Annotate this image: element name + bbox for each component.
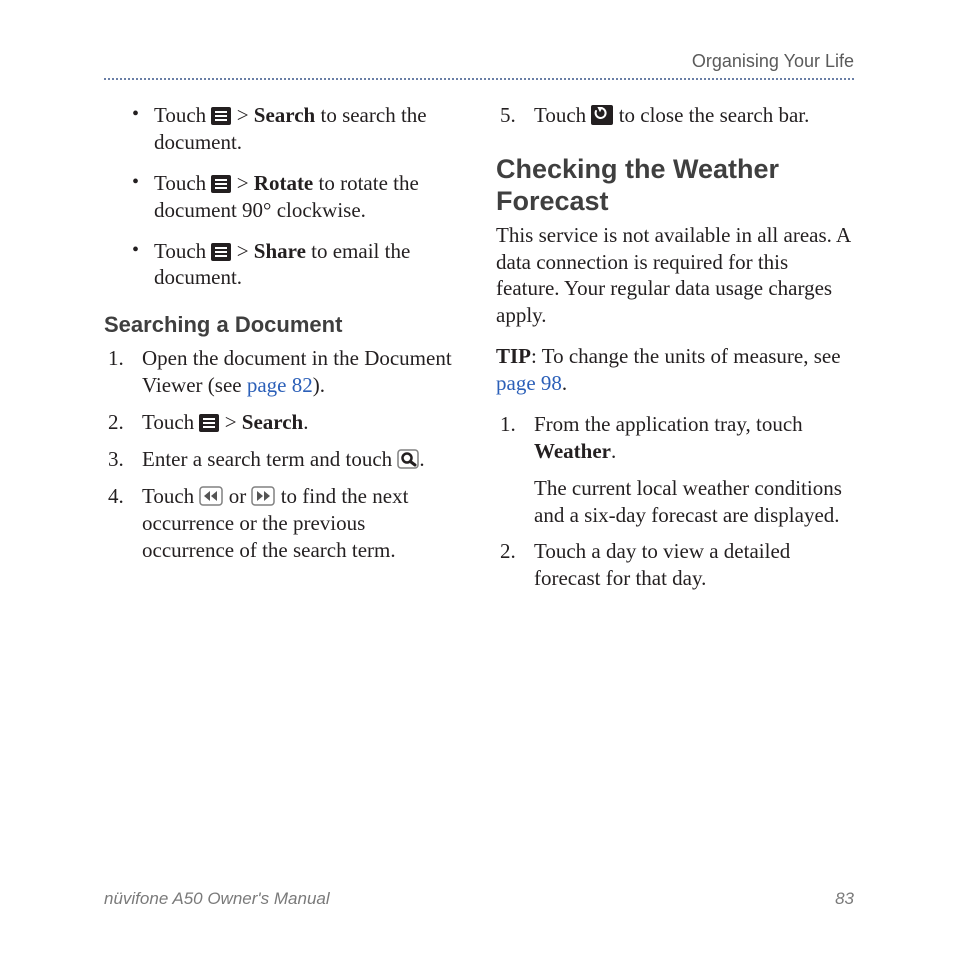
page-number: 83 <box>835 889 854 909</box>
bold-label: Search <box>242 410 303 434</box>
step: Touch or to find the next occurrence or … <box>104 483 462 564</box>
heading-searching-document: Searching a Document <box>104 311 462 339</box>
bold-label: Rotate <box>254 171 313 195</box>
step: Touch > Search. <box>104 409 462 436</box>
menu-icon <box>211 175 231 193</box>
menu-icon <box>211 243 231 261</box>
step: Touch to close the search bar. <box>496 102 854 129</box>
text: Touch <box>154 103 211 127</box>
text: : To change the units of measure, see <box>531 344 841 368</box>
link-page-82[interactable]: page 82 <box>247 373 313 397</box>
link-page-98[interactable]: page 98 <box>496 371 562 395</box>
text: or <box>229 484 252 508</box>
text: . <box>562 371 567 395</box>
bold-label: Share <box>254 239 306 263</box>
prev-icon <box>199 486 223 506</box>
text: Touch <box>154 239 211 263</box>
menu-icon <box>199 414 219 432</box>
text: Touch <box>142 410 199 434</box>
tip-paragraph: TIP: To change the units of measure, see… <box>496 343 854 397</box>
search-icon <box>397 449 419 469</box>
text: > <box>237 239 254 263</box>
weather-intro: This service is not available in all are… <box>496 222 854 330</box>
text: ). <box>313 373 325 397</box>
step: From the application tray, touch Weather… <box>496 411 854 529</box>
text: . <box>303 410 308 434</box>
menu-icon <box>211 107 231 125</box>
text: . <box>419 447 424 471</box>
text: Touch a day to view a detailed forecast … <box>534 539 790 590</box>
text: to close the search bar. <box>619 103 810 127</box>
list-item: Touch > Search to search the document. <box>132 102 462 156</box>
list-item: Touch > Share to email the document. <box>132 238 462 292</box>
text: > <box>225 410 242 434</box>
bold-label: Search <box>254 103 315 127</box>
header-rule <box>104 78 854 80</box>
page-footer: nüvifone A50 Owner's Manual 83 <box>104 889 854 909</box>
text: Touch <box>142 484 199 508</box>
step: Touch a day to view a detailed forecast … <box>496 538 854 592</box>
close-search-icon <box>591 105 613 125</box>
text: From the application tray, touch <box>534 412 803 436</box>
next-icon <box>251 486 275 506</box>
text: Touch <box>154 171 211 195</box>
step-note: The current local weather conditions and… <box>534 475 854 529</box>
bold-label: Weather <box>534 439 611 463</box>
text: Enter a search term and touch <box>142 447 397 471</box>
step: Open the document in the Document Viewer… <box>104 345 462 399</box>
doc-actions-list: Touch > Search to search the document. T… <box>104 102 462 291</box>
text: Touch <box>534 103 591 127</box>
text: . <box>611 439 616 463</box>
running-head: Organising Your Life <box>104 51 854 72</box>
step: Enter a search term and touch . <box>104 446 462 473</box>
text: > <box>237 103 254 127</box>
list-item: Touch > Rotate to rotate the document 90… <box>132 170 462 224</box>
footer-title: nüvifone A50 Owner's Manual <box>104 889 330 909</box>
text: > <box>237 171 254 195</box>
steps-weather: From the application tray, touch Weather… <box>496 411 854 592</box>
heading-weather: Checking the Weather Forecast <box>496 153 854 218</box>
tip-label: TIP <box>496 344 531 368</box>
